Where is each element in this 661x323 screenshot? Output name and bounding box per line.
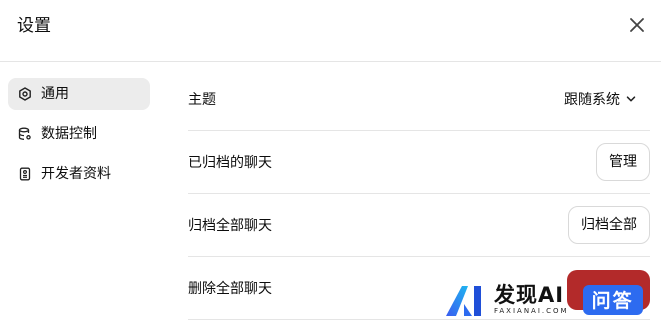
sidebar-item-label: 数据控制 [41,126,97,142]
archived-chats-row: 已归档的聊天 管理 [188,131,650,194]
gear-icon [18,87,32,101]
archive-all-row: 归档全部聊天 归档全部 [188,194,650,257]
archived-chats-label: 已归档的聊天 [188,155,272,171]
sidebar-item-label: 通用 [41,86,69,102]
id-card-icon [18,167,32,181]
settings-dialog: 设置 通用 数据控制 开发者资料 主题 跟随系统 已归档的聊天 管理 归档全部聊… [0,0,661,323]
faxianai-logo-icon [446,285,481,316]
watermark-main: 发现AI [494,283,565,307]
watermark-sub: FAXIANAI.COM [494,307,569,315]
database-icon [18,127,32,141]
theme-select[interactable]: 跟随系统 [564,89,650,109]
dialog-title: 设置 [17,16,51,36]
watermark: 发现AI FAXIANAI.COM 问答 [444,276,661,323]
manage-archived-button[interactable]: 管理 [596,143,650,181]
sidebar-item-builder-profile[interactable]: 开发者资料 [8,158,150,190]
theme-row: 主题 跟随系统 [188,68,650,131]
watermark-badge: 问答 [582,284,643,315]
archive-all-label: 归档全部聊天 [188,218,272,234]
watermark-text: 发现AI FAXIANAI.COM [494,283,569,316]
chevron-down-icon [626,94,636,104]
sidebar-item-general[interactable]: 通用 [8,78,150,110]
sidebar-item-data-controls[interactable]: 数据控制 [8,118,150,150]
settings-sidebar: 通用 数据控制 开发者资料 [8,78,150,198]
archive-all-button[interactable]: 归档全部 [568,206,650,244]
close-icon [630,18,644,32]
dialog-header: 设置 [0,0,661,62]
sidebar-item-label: 开发者资料 [41,166,111,182]
delete-all-label: 删除全部聊天 [188,281,272,297]
theme-select-value: 跟随系统 [564,92,620,108]
theme-label: 主题 [188,92,216,108]
close-button[interactable] [624,12,650,38]
